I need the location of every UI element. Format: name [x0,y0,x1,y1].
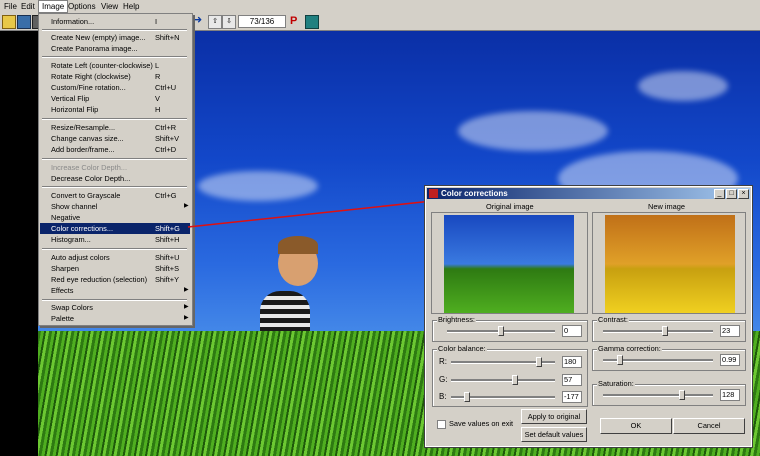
new-image-label: New image [648,202,685,211]
saturation-value[interactable]: 128 [720,389,740,401]
contrast-group: Contrast: 23 [592,315,746,342]
red-slider[interactable] [536,357,543,367]
contrast-slider[interactable] [661,326,668,336]
gamma-value[interactable]: 0.99 [720,354,740,366]
ok-button[interactable]: OK [600,418,672,434]
blue-value[interactable]: -177 [562,391,582,403]
new-preview [592,212,746,314]
save-values-checkbox[interactable] [437,420,446,429]
brightness-label: Brightness: [437,315,476,324]
brightness-slider[interactable] [498,326,504,336]
app-icon [429,189,438,198]
cancel-button[interactable]: Cancel [673,418,745,434]
new-thumbnail [605,215,735,313]
contrast-label: Contrast: [597,315,629,324]
original-preview [431,212,588,314]
green-value[interactable]: 57 [562,374,582,386]
minimize-icon[interactable]: _ [714,189,725,199]
gamma-slider[interactable] [616,355,623,365]
save-values-label: Save values on exit [449,419,514,428]
color-corrections-dialog: Color corrections _ □ × Original image N… [424,185,753,448]
saturation-slider[interactable] [679,390,686,400]
saturation-track[interactable] [603,394,713,397]
color-balance-group: Color balance: R: 180 G: 57 B: -177 [432,344,588,407]
gamma-group: Gamma correction: 0.99 [592,344,746,371]
green-slider[interactable] [512,375,519,385]
contrast-track[interactable] [603,330,713,333]
saturation-group: Saturation: 128 [592,379,746,406]
color-balance-label: Color balance: [437,344,487,353]
green-track[interactable] [451,379,555,382]
contrast-value[interactable]: 23 [720,325,740,337]
apply-to-original-button[interactable]: Apply to original [521,409,587,424]
green-label: G: [439,375,448,384]
dialog-title: Color corrections [441,189,508,198]
brightness-group: Brightness: 0 [432,315,588,342]
set-default-values-button[interactable]: Set default values [521,427,587,442]
red-label: R: [439,357,447,366]
original-thumbnail [444,215,574,313]
maximize-icon[interactable]: □ [726,189,737,199]
close-icon[interactable]: × [738,189,749,199]
saturation-label: Saturation: [597,379,635,388]
brightness-value[interactable]: 0 [562,325,582,337]
blue-slider[interactable] [463,392,470,402]
gamma-label: Gamma correction: [597,344,662,353]
original-image-label: Original image [486,202,534,211]
dialog-titlebar[interactable]: Color corrections _ □ × [427,188,750,199]
blue-label: B: [439,392,447,401]
red-value[interactable]: 180 [562,356,582,368]
